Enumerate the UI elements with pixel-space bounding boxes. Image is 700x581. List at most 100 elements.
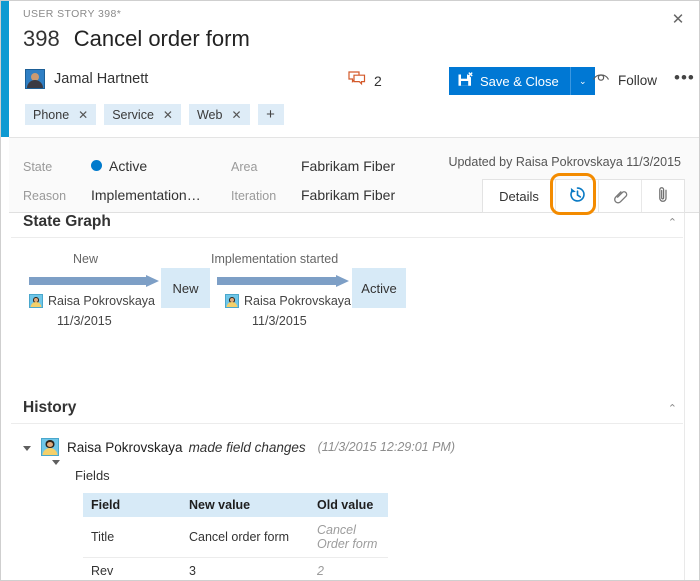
cell-old-value: Cancel Order form: [309, 517, 388, 558]
reason-value[interactable]: Implementation…: [91, 187, 201, 203]
state-label: State: [23, 160, 52, 174]
tab-details[interactable]: Details: [483, 180, 556, 212]
tag-label: Phone: [33, 108, 69, 122]
save-and-close-label: Save & Close: [480, 74, 559, 89]
history-title: History: [23, 399, 76, 417]
field-changes-table: Field New value Old value Title Cancel o…: [83, 493, 388, 580]
tag-remove-icon[interactable]: ✕: [163, 108, 173, 122]
state-graph-title: State Graph: [23, 213, 111, 231]
updated-by-text: Updated by Raisa Pokrovskaya 11/3/2015: [448, 155, 681, 169]
history-section-header: History ⌃: [11, 399, 683, 424]
column-header-old-value: Old value: [309, 493, 388, 517]
cell-field: Title: [83, 517, 181, 558]
iteration-value[interactable]: Fabrikam Fiber: [301, 187, 395, 203]
chevron-up-icon[interactable]: ⌃: [668, 217, 677, 231]
more-options-button[interactable]: •••: [674, 69, 695, 87]
state-status-dot: [91, 160, 102, 171]
comment-icon: [348, 71, 366, 91]
cell-old-value: 2: [309, 558, 388, 581]
tag-remove-icon[interactable]: ✕: [78, 108, 88, 122]
work-item-id: 398: [23, 26, 60, 52]
discussion-count[interactable]: 2: [348, 71, 382, 91]
area-value[interactable]: Fabrikam Fiber: [301, 158, 395, 174]
area-label: Area: [231, 160, 257, 174]
tag-remove-icon[interactable]: ✕: [231, 108, 241, 122]
transition-date: 11/3/2015: [252, 314, 307, 328]
transition-person-name: Raisa Pokrovskaya: [244, 294, 351, 308]
table-header-row: Field New value Old value: [83, 493, 388, 517]
assigned-to-name: Jamal Hartnett: [54, 71, 148, 87]
state-graph: New Raisa Pokrovskaya 11/3/2015 New Impl…: [9, 252, 685, 377]
cell-new-value: Cancel order form: [181, 517, 309, 558]
page-title: 398 Cancel order form: [23, 26, 250, 52]
expand-triangle-icon[interactable]: [23, 446, 31, 451]
table-row: Title Cancel order form Cancel Order for…: [83, 517, 388, 558]
state-node-label: New: [172, 281, 198, 296]
avatar: [41, 438, 59, 456]
history-icon: [568, 185, 587, 207]
accent-bar: [1, 1, 9, 137]
history-timestamp: (11/3/2015 12:29:01 PM): [318, 440, 455, 454]
transition-person: Raisa Pokrovskaya: [225, 294, 351, 308]
eye-icon: [592, 71, 611, 89]
table-row: Rev 3 2: [83, 558, 388, 581]
state-node: New: [161, 268, 210, 308]
column-header-new-value: New value: [181, 493, 309, 517]
work-item-content: State Graph ⌃ New Raisa Pokrovskaya 11/3…: [9, 213, 685, 580]
transition-person: Raisa Pokrovskaya: [29, 294, 155, 308]
paperclip-icon: [655, 186, 671, 207]
link-icon: [611, 186, 629, 207]
transition-label: New: [73, 252, 98, 266]
close-icon[interactable]: ✕: [665, 7, 691, 31]
history-entry: Raisa Pokrovskaya made field changes (11…: [9, 438, 685, 580]
cell-field: Rev: [83, 558, 181, 581]
avatar: [225, 294, 239, 308]
iteration-label: Iteration: [231, 189, 276, 203]
history-person-name: Raisa Pokrovskaya: [67, 440, 183, 455]
transition-label: Implementation started: [211, 252, 338, 266]
save-icon: [457, 72, 473, 91]
add-tag-button[interactable]: +: [258, 104, 284, 125]
tab-links[interactable]: [599, 180, 642, 212]
assigned-to-field[interactable]: Jamal Hartnett: [25, 69, 148, 89]
save-and-close-group: Save & Close ⌄: [449, 67, 595, 95]
vertical-scrollbar[interactable]: [684, 213, 699, 580]
transition-date: 11/3/2015: [57, 314, 112, 328]
state-graph-section-header: State Graph ⌃: [11, 213, 683, 238]
chevron-up-icon[interactable]: ⌃: [668, 403, 677, 417]
breadcrumb: USER STORY 398*: [23, 8, 121, 20]
expand-triangle-icon[interactable]: [52, 460, 60, 465]
transition-person-name: Raisa Pokrovskaya: [48, 294, 155, 308]
tab-details-label: Details: [499, 189, 539, 204]
state-value[interactable]: Active: [109, 158, 147, 174]
tag-item[interactable]: Web ✕: [189, 104, 250, 125]
follow-button[interactable]: Follow: [592, 71, 657, 89]
avatar: [29, 294, 43, 308]
cell-new-value: 3: [181, 558, 309, 581]
fields-summary-strip: State Active Reason Implementation… Area…: [9, 137, 699, 213]
state-node-label: Active: [361, 281, 396, 296]
transition-arrow: [217, 275, 349, 287]
save-and-close-button[interactable]: Save & Close: [449, 67, 570, 95]
fields-group-label: Fields: [75, 468, 685, 483]
tag-list: Phone ✕ Service ✕ Web ✕ +: [25, 104, 284, 125]
transition-arrow: [29, 275, 159, 287]
tag-item[interactable]: Service ✕: [104, 104, 181, 125]
history-entry-header[interactable]: Raisa Pokrovskaya made field changes (11…: [21, 438, 685, 456]
discussion-count-value: 2: [374, 73, 382, 89]
tab-history[interactable]: [556, 180, 599, 212]
reason-label: Reason: [23, 189, 66, 203]
work-item-title[interactable]: Cancel order form: [74, 26, 250, 52]
column-header-field: Field: [83, 493, 181, 517]
tag-item[interactable]: Phone ✕: [25, 104, 96, 125]
work-item-header: USER STORY 398* 398 Cancel order form Ja…: [9, 1, 699, 137]
work-item-dialog: USER STORY 398* 398 Cancel order form Ja…: [0, 0, 700, 581]
tag-label: Service: [112, 108, 154, 122]
avatar: [25, 69, 45, 89]
follow-label: Follow: [618, 73, 657, 88]
history-action-text: made field changes: [189, 440, 306, 455]
tab-attachments[interactable]: [642, 180, 684, 212]
state-node: Active: [352, 268, 406, 308]
tab-bar: Details: [482, 179, 685, 213]
tag-label: Web: [197, 108, 222, 122]
